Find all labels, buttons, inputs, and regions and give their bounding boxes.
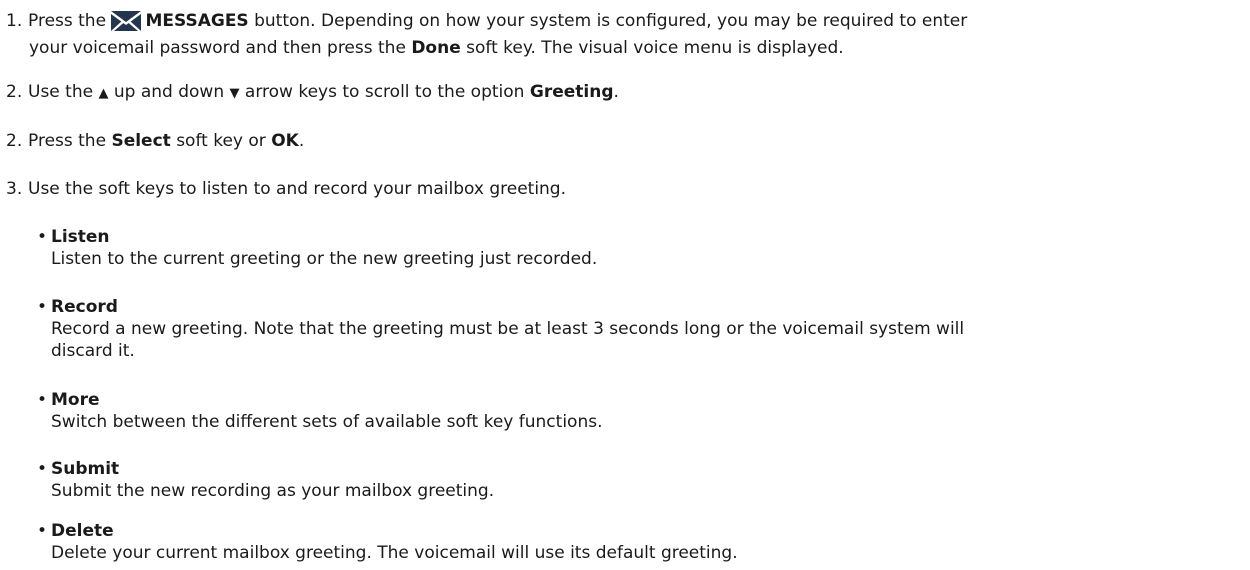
- bullet-icon: •: [37, 459, 48, 479]
- softkey-description: Listen to the current greeting or the ne…: [51, 249, 598, 269]
- list-item-record: • Record Record a new greeting. Note tha…: [37, 296, 1241, 362]
- list-item-delete: • Delete Delete your current mailbox gre…: [37, 520, 1241, 564]
- step-1-line-2: your voicemail password and then press t…: [6, 37, 1246, 59]
- softkey-description: Delete your current mailbox greeting. Th…: [51, 543, 738, 563]
- step-2b-text-1: Press the: [28, 131, 107, 151]
- step-1-text-b: button. Depending on how your system is …: [254, 11, 968, 31]
- bullet-icon: •: [37, 227, 48, 247]
- list-item-listen: • Listen Listen to the current greeting …: [37, 226, 1241, 270]
- softkey-title: Record: [51, 297, 118, 317]
- step-2-select: 2. Press the Select soft key or OK.: [6, 130, 1246, 152]
- softkey-title: Delete: [51, 521, 114, 541]
- step-1-text-c: your voicemail password and then press t…: [29, 38, 406, 58]
- step-2a-text-1: Use the: [28, 82, 94, 102]
- bullet-icon: •: [37, 390, 48, 410]
- list-item-more: • More Switch between the different sets…: [37, 389, 1241, 433]
- step-number: 2.: [6, 82, 23, 102]
- up-arrow-icon: ▲: [98, 86, 109, 101]
- softkey-title: Listen: [51, 227, 110, 247]
- softkey-description: Switch between the different sets of ava…: [51, 412, 603, 432]
- step-2a-text-4: .: [613, 82, 619, 102]
- step-1-text-a: Press the: [28, 11, 107, 31]
- messages-button-label: MESSAGES: [145, 11, 249, 31]
- step-3: 3. Use the soft keys to listen to and rec…: [6, 178, 1246, 200]
- down-arrow-icon: ▼: [229, 86, 240, 101]
- step-2b-text-2: soft key or: [176, 131, 266, 151]
- softkey-title: Submit: [51, 459, 120, 479]
- step-number: 1.: [6, 11, 23, 31]
- softkey-description-cont: discard it.: [51, 341, 135, 361]
- greeting-option-label: Greeting: [529, 82, 614, 102]
- step-2-scroll: 2. Use the ▲ up and down ▼ arrow keys to …: [6, 81, 1246, 105]
- ok-key-label: OK: [271, 131, 299, 151]
- softkey-description: Record a new greeting. Note that the gre…: [51, 319, 965, 339]
- list-item-submit: • Submit Submit the new recording as you…: [37, 458, 1241, 502]
- step-number: 3.: [6, 179, 23, 199]
- step-2b-text-3: .: [298, 131, 305, 151]
- select-softkey-label: Select: [111, 131, 171, 151]
- step-1-text-d: soft key. The visual voice menu is displ…: [466, 38, 844, 58]
- bullet-icon: •: [37, 297, 48, 317]
- bullet-icon: •: [37, 521, 48, 541]
- softkey-title: More: [51, 390, 100, 410]
- step-2a-text-2: up and down: [113, 82, 225, 102]
- envelope-messages-icon: [111, 11, 142, 37]
- step-3-text: Use the soft keys to listen to and recor…: [28, 179, 567, 199]
- step-2a-text-3: arrow keys to scroll to the option: [244, 82, 525, 102]
- step-1: 1. Press the MESSAGES button. Depending o…: [6, 10, 1246, 59]
- done-softkey-label: Done: [411, 38, 461, 58]
- step-number: 2.: [6, 131, 23, 151]
- softkey-description: Submit the new recording as your mailbox…: [51, 481, 495, 501]
